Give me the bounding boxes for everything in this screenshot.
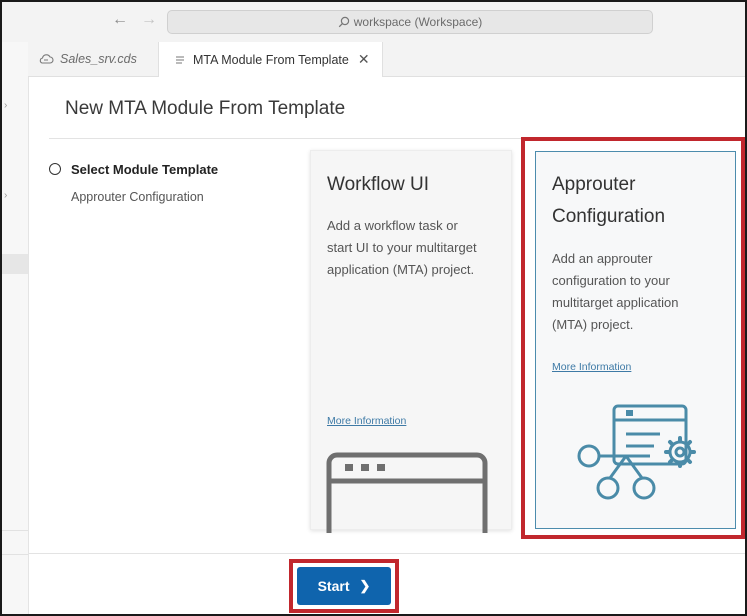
step-title: Select Module Template	[71, 162, 219, 177]
card-description-line: Add a workflow task or	[327, 218, 458, 233]
explorer-selected-row[interactable]	[2, 254, 28, 274]
more-information-link[interactable]: More Information	[327, 415, 406, 427]
tab-label: Sales_srv.cds	[60, 52, 137, 66]
command-search-box[interactable]: workspace (Workspace)	[167, 10, 653, 34]
explorer-strip[interactable]: › ›	[2, 42, 29, 614]
step-subtitle: Approuter Configuration	[71, 190, 204, 204]
search-icon	[338, 16, 349, 28]
editor-tab-bar: Sales_srv.cds MTA Module From Template ✕	[28, 42, 745, 77]
strip-divider	[2, 530, 28, 531]
step-radio-icon[interactable]	[49, 163, 61, 175]
tab-mta-module-from-template[interactable]: MTA Module From Template ✕	[159, 42, 383, 77]
page-title: New MTA Module From Template	[65, 98, 346, 119]
back-arrow-icon[interactable]: ←	[112, 11, 128, 29]
template-card-workflow-ui[interactable]: Workflow UI Add a workflow task or start…	[310, 150, 512, 533]
collapse-marker-icon: ›	[4, 100, 8, 111]
chevron-right-icon: ❯	[359, 578, 371, 593]
tab-sales-srv-cds[interactable]: Sales_srv.cds	[28, 42, 159, 76]
lines-icon	[176, 56, 184, 63]
tab-label: MTA Module From Template	[193, 52, 349, 67]
footer-divider	[29, 553, 745, 554]
forward-arrow-icon[interactable]: →	[141, 11, 157, 29]
strip-divider	[2, 554, 28, 555]
title-bar: ← → workspace (Workspace)	[2, 2, 745, 42]
collapse-marker-icon: ›	[4, 190, 8, 201]
browser-window-icon	[326, 452, 488, 533]
card-description-line: application (MTA) project.	[327, 262, 475, 277]
app-window: ← → workspace (Workspace) › › Sales_srv.…	[0, 0, 747, 616]
card-title: Workflow UI	[327, 174, 430, 195]
search-text: workspace (Workspace)	[353, 15, 483, 29]
start-button-label: Start	[317, 578, 350, 594]
highlight-frame-card	[521, 137, 745, 539]
cloud-icon	[39, 54, 54, 64]
card-description: Add a workflow task or start UI to your …	[327, 215, 477, 281]
card-description-line: start UI to your multitarget	[327, 240, 477, 255]
close-icon[interactable]: ✕	[358, 51, 370, 68]
start-button[interactable]: Start ❯	[297, 567, 391, 605]
wizard-panel: New MTA Module From Template Select Modu…	[29, 77, 745, 614]
